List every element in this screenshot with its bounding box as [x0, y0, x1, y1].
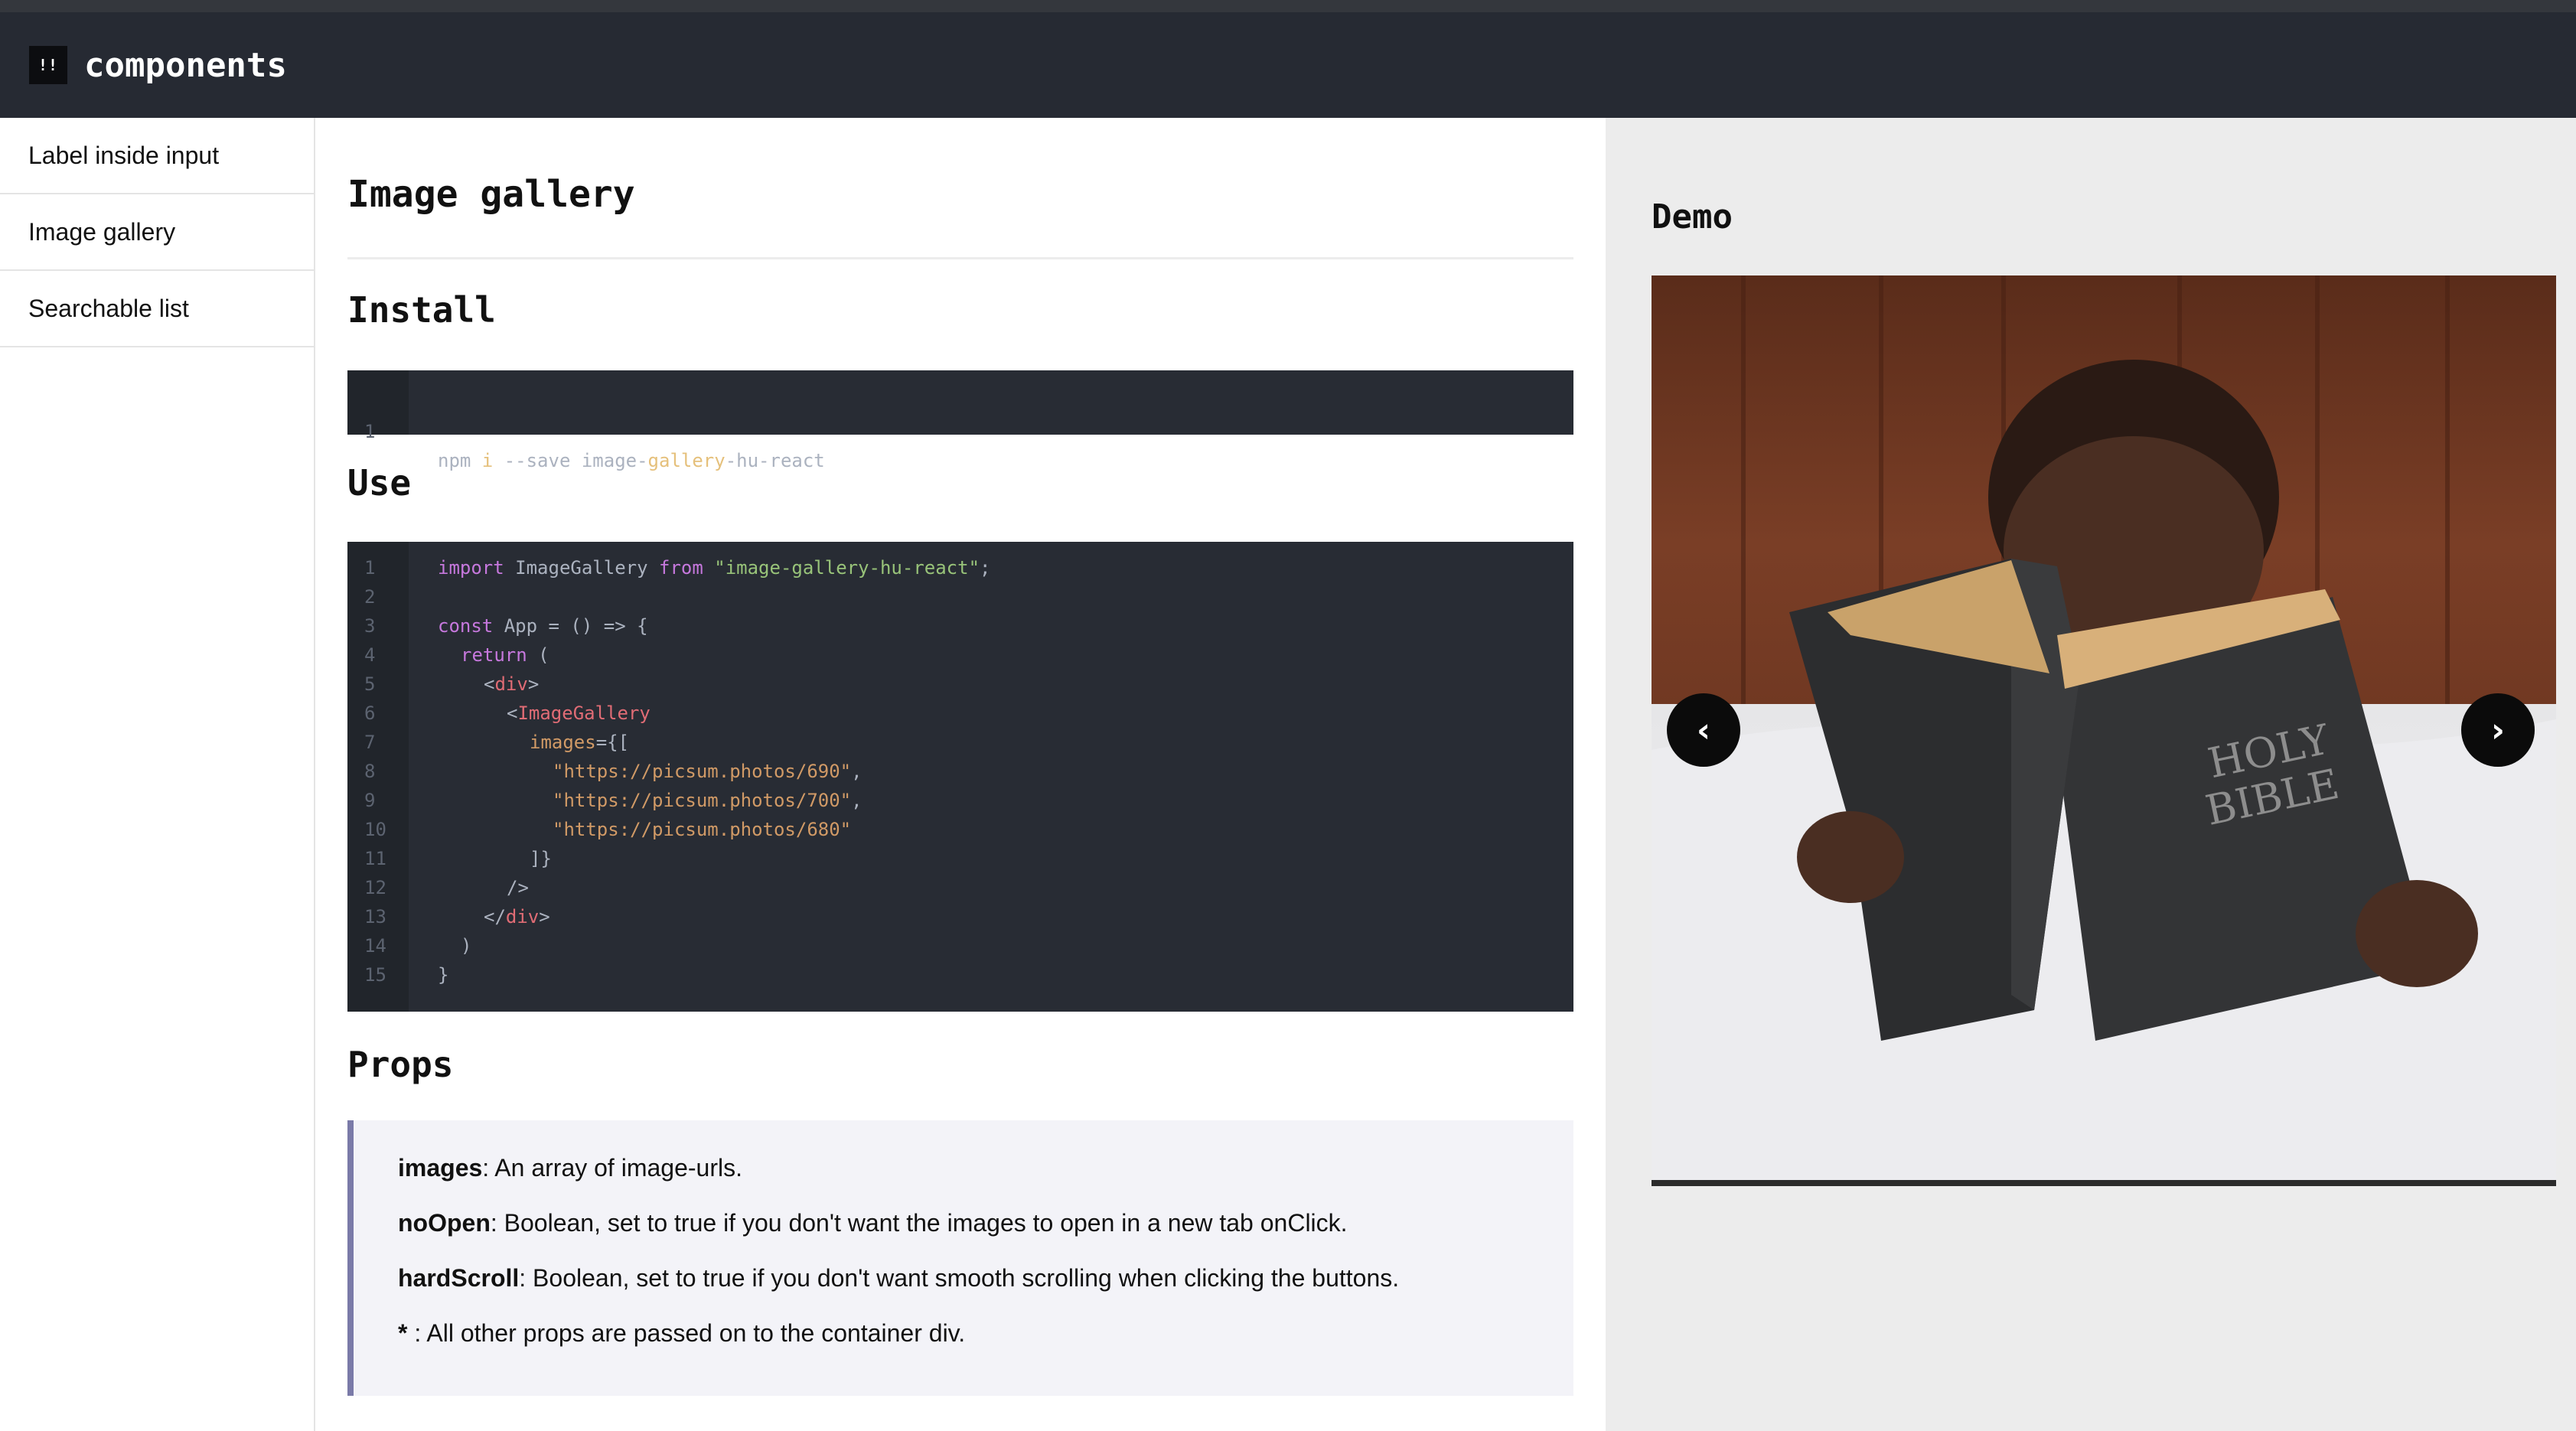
code-text: import ImageGallery from "image-gallery-… [438, 557, 991, 579]
prop-description: : Boolean, set to true if you don't want… [519, 1264, 1400, 1292]
prop-description: : Boolean, set to true if you don't want… [490, 1209, 1348, 1237]
props-heading: Props [347, 1044, 454, 1085]
line-number: 1 [364, 421, 376, 442]
line-number: 3 [364, 615, 376, 637]
chevron-left-icon: ‹ [1696, 710, 1711, 750]
image-gallery[interactable]: HOLY BIBLE [1652, 275, 2556, 1180]
code-text: ]} [530, 848, 552, 869]
demo-title: Demo [1652, 197, 1733, 236]
sidebar-item-searchable-list[interactable]: Searchable list [0, 271, 314, 347]
code-text: </div> [484, 906, 550, 927]
code-text: npm i --save image-gallery-hu-react [438, 450, 825, 471]
prop-name: * [398, 1319, 408, 1347]
prop-item: hardScroll: Boolean, set to true if you … [398, 1263, 1399, 1293]
use-heading: Use [347, 462, 412, 504]
code-text: } [438, 964, 449, 986]
line-number: 10 [364, 819, 386, 840]
code-text: <div> [484, 673, 540, 695]
demo-panel: Demo HOLY BIBLE ‹ › [1606, 118, 2576, 1431]
line-number: 7 [364, 732, 376, 753]
sidebar-item-label: Searchable list [28, 294, 189, 322]
code-text: ) [461, 935, 472, 957]
sidebar-item-label: Image gallery [28, 217, 176, 246]
title-divider [347, 257, 1573, 259]
line-number: 12 [364, 877, 386, 898]
sidebar-item-label: Label inside input [28, 141, 220, 169]
prop-item: * : All other props are passed on to the… [398, 1318, 965, 1348]
code-text: <ImageGallery [507, 702, 651, 724]
line-number: 15 [364, 964, 386, 986]
page-title: Image gallery [347, 173, 635, 216]
prop-description: : An array of image-urls. [482, 1154, 742, 1182]
brand-title[interactable]: components [84, 46, 287, 85]
sidebar: Label inside input Image gallery Searcha… [0, 118, 315, 1431]
code-text: images={[ [530, 732, 630, 753]
chevron-right-icon: › [2490, 710, 2506, 750]
prop-name: noOpen [398, 1209, 491, 1237]
prop-name: images [398, 1154, 483, 1182]
logo-icon[interactable]: !! [29, 46, 67, 84]
code-text: /> [507, 877, 529, 898]
code-text: "https://picsum.photos/700", [553, 790, 862, 811]
prop-description: : All other props are passed on to the c… [407, 1319, 966, 1347]
gallery-prev-button[interactable]: ‹ [1667, 693, 1740, 767]
code-text: "https://picsum.photos/680" [553, 819, 852, 840]
prop-item: images: An array of image-urls. [398, 1152, 742, 1183]
line-number: 5 [364, 673, 376, 695]
gallery-next-button[interactable]: › [2461, 693, 2535, 767]
props-callout: images: An array of image-urls. noOpen: … [347, 1120, 1573, 1396]
gallery-scrollbar[interactable] [1652, 1180, 2556, 1186]
sidebar-item-label-inside-input[interactable]: Label inside input [0, 118, 314, 194]
prop-item: noOpen: Boolean, set to true if you don'… [398, 1208, 1348, 1238]
line-number: 8 [364, 761, 376, 782]
code-text: const App = () => { [438, 615, 648, 637]
window-top-strip [0, 0, 2576, 12]
gallery-photo[interactable]: HOLY BIBLE [1652, 275, 2556, 1180]
line-number: 1 [364, 557, 376, 579]
docs-content: Image gallery Install 1 npm i --save ima… [315, 118, 1606, 1431]
line-number: 4 [364, 644, 376, 666]
line-number: 13 [364, 906, 386, 927]
code-text: return ( [461, 644, 549, 666]
line-number: 9 [364, 790, 376, 811]
prop-name: hardScroll [398, 1264, 520, 1292]
code-text: "https://picsum.photos/690", [553, 761, 862, 782]
line-number: 2 [364, 586, 376, 608]
line-number: 14 [364, 935, 386, 957]
app-header: !! components [0, 12, 2576, 118]
line-number: 11 [364, 848, 386, 869]
install-heading: Install [347, 289, 496, 331]
sidebar-item-image-gallery[interactable]: Image gallery [0, 194, 314, 271]
code-line: 1 npm i --save image-gallery-hu-react [347, 388, 1573, 471]
install-code-block[interactable]: 1 npm i --save image-gallery-hu-react [347, 370, 1573, 471]
use-code-block[interactable]: 1 import ImageGallery from "image-gallery… [347, 542, 1573, 1012]
line-number: 6 [364, 702, 376, 724]
